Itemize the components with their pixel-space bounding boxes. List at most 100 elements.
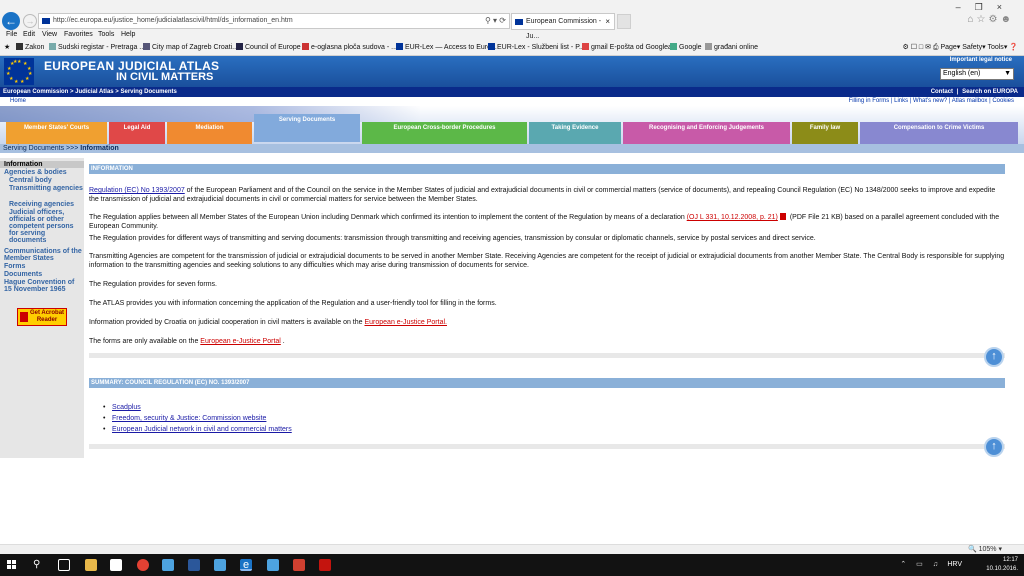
task-view-icon[interactable] [58, 559, 70, 571]
fav-item[interactable]: EUR-Lex - Službeni list - P... [488, 43, 585, 51]
close-tab-icon[interactable]: × [605, 14, 610, 29]
tray-icons[interactable]: ⌃ ▭ ♫ [900, 560, 942, 568]
fav-item[interactable]: građani online [705, 43, 758, 51]
menu-edit[interactable]: Edit [23, 31, 35, 38]
divider [89, 353, 1005, 358]
menu-file[interactable]: File [6, 31, 17, 38]
get-acrobat-reader-button[interactable]: Get Acrobat Reader [17, 308, 67, 326]
breadcrumb-path[interactable]: European Commission > Judicial Atlas > S… [3, 89, 177, 95]
tab-recognising-enforcing[interactable]: Recognising and Enforcing Judgements [623, 122, 790, 144]
safety-menu[interactable]: Safety [962, 44, 982, 51]
sidebar-item-transmitting[interactable]: Transmitting agencies [0, 185, 84, 192]
page-icon [705, 43, 712, 50]
tab-member-states-courts[interactable]: Member States' Courts [6, 122, 107, 144]
tab-legal-aid[interactable]: Legal Aid [109, 122, 165, 144]
sidebar-item-agencies[interactable]: Agencies & bodies [0, 169, 84, 176]
clock-time: 12:17 [1002, 557, 1018, 563]
store-icon[interactable] [110, 559, 122, 571]
app-icon[interactable] [293, 559, 305, 571]
tab-mediation[interactable]: Mediation [167, 122, 252, 144]
new-tab-button[interactable] [617, 14, 631, 29]
page-icon [236, 43, 243, 50]
chevron-down-icon: ▾ [956, 44, 961, 51]
eu-icon [396, 43, 403, 50]
menu-view[interactable]: View [42, 31, 57, 38]
input-language[interactable]: HRV [947, 561, 962, 568]
favorites-star-icon[interactable]: ★ [4, 43, 10, 51]
scadplus-link[interactable]: Scadplus [112, 404, 141, 411]
sidebar-item-hague-convention[interactable]: Hague Convention of 15 November 1965 [0, 279, 84, 293]
command-bar: ⚙ ☐ □ ✉ ⎙ Page▾ Safety▾ Tools▾ ❓ [902, 43, 1018, 52]
paragraph-regulation: Regulation (EC) No 1393/2007 of the Euro… [89, 187, 996, 203]
back-to-top-button[interactable]: ↑ [984, 437, 1004, 457]
section-crumb[interactable]: Serving Documents >>> [3, 145, 80, 152]
back-to-top-button[interactable]: ↑ [984, 347, 1004, 367]
app-icon[interactable] [214, 559, 226, 571]
zoom-icon: 🔍 [967, 546, 979, 553]
tools-menu[interactable]: Tools [987, 44, 1003, 51]
legal-notice-link[interactable]: Important legal notice [950, 57, 1012, 63]
utility-links[interactable]: Filling in Forms | Links | What's new? |… [849, 97, 1014, 106]
pdf-icon [779, 213, 786, 220]
status-bar: 🔍 105% ▾ [0, 544, 1024, 554]
app-icon[interactable] [267, 559, 279, 571]
fav-item[interactable]: EUR-Lex — Access to Euro... [396, 43, 497, 51]
fav-item[interactable]: Google [670, 43, 702, 51]
address-bar[interactable]: http://ec.europa.eu/justice_home/judicia… [38, 13, 510, 29]
word-icon[interactable] [188, 559, 200, 571]
app-icon[interactable] [162, 559, 174, 571]
contact-link[interactable]: Contact [931, 89, 953, 95]
paragraph-scope: The Regulation applies between all Membe… [89, 213, 1000, 230]
window-controls[interactable]: –❐× [956, 2, 1016, 13]
sidebar-item-forms[interactable]: Forms [0, 263, 84, 270]
tab-crime-victims[interactable]: Compensation to Crime Victims [860, 122, 1018, 144]
menu-favorites[interactable]: Favorites [64, 31, 93, 38]
search-icon[interactable]: ⚲ [33, 559, 45, 571]
fav-item[interactable]: e-oglasna ploča sudova - ... [302, 43, 397, 51]
commission-website-link[interactable]: Freedom, security & Justice: Commission … [112, 415, 266, 422]
fav-item[interactable]: Sudski registar - Pretraga ... [49, 43, 145, 51]
tab-family-law[interactable]: Family law [792, 122, 858, 144]
home-link[interactable]: Home [10, 97, 26, 106]
fav-item[interactable]: Council of Europe [236, 43, 301, 51]
sidebar-item-receiving[interactable]: Receiving agencies [0, 201, 84, 208]
home-star-gear-icons[interactable]: ⌂☆⚙☻ [968, 14, 1015, 25]
acrobat-icon[interactable] [319, 559, 331, 571]
judicial-network-link[interactable]: European Judicial network in civil and c… [112, 426, 292, 433]
tab-serving-documents[interactable]: Serving Documents [254, 114, 360, 142]
file-explorer-icon[interactable] [85, 559, 97, 571]
e-justice-portal-link[interactable]: European e-Justice Portal [200, 338, 281, 345]
toolbar-icons[interactable]: ⚙ ☐ □ ✉ ⎙ [902, 44, 940, 51]
internet-explorer-icon[interactable]: e [240, 559, 252, 571]
oj-declaration-link[interactable]: (OJ L 331, 10.12.2008, p. 21) [687, 214, 778, 221]
fav-item[interactable]: gmail E-pošta od Googlea [582, 43, 672, 51]
forward-button[interactable]: → [23, 14, 37, 28]
sidebar-item-central-body[interactable]: Central body [0, 177, 84, 184]
menu-tools[interactable]: Tools [98, 31, 114, 38]
e-justice-portal-link[interactable]: European e-Justice Portal. [364, 319, 447, 326]
sidebar-heading[interactable]: Information [0, 161, 84, 168]
fav-item[interactable]: Zakon [16, 43, 44, 51]
help-icon[interactable]: ❓ [1009, 44, 1018, 51]
google-icon [582, 43, 589, 50]
tab-cross-border-procedures[interactable]: European Cross-border Procedures [362, 122, 527, 144]
clock[interactable]: 12:17 10.10.2016. [986, 556, 1018, 574]
favorites-bar: ★ Zakon Sudski registar - Pretraga ... C… [0, 42, 1024, 54]
browser-tab-active[interactable]: European Commission - Ju... × [511, 13, 615, 40]
back-button[interactable]: ← [2, 12, 20, 30]
sidebar-item-judicial-officers[interactable]: Judicial officers, officials or other co… [0, 209, 84, 244]
sidebar-item-communications[interactable]: Communications of the Member States [0, 248, 84, 262]
information-heading: INFORMATION [89, 164, 1005, 174]
page-menu[interactable]: Page [940, 44, 956, 51]
sidebar-item-documents[interactable]: Documents [0, 271, 84, 278]
subnav: Home Filling in Forms | Links | What's n… [0, 97, 1024, 106]
language-select[interactable]: English (en) ▼ [940, 68, 1014, 80]
regulation-link[interactable]: Regulation (EC) No 1393/2007 [89, 187, 185, 194]
fav-item[interactable]: City map of Zagreb Croati... [143, 43, 238, 51]
search-europa-link[interactable]: Search on EUROPA [962, 89, 1018, 95]
chrome-icon[interactable] [137, 559, 149, 571]
search-refresh-icons[interactable]: ⚲ ▾ ⟳ [485, 14, 506, 28]
windows-start-icon[interactable] [7, 560, 17, 570]
tab-taking-evidence[interactable]: Taking Evidence [529, 122, 621, 144]
menu-help[interactable]: Help [121, 31, 135, 38]
